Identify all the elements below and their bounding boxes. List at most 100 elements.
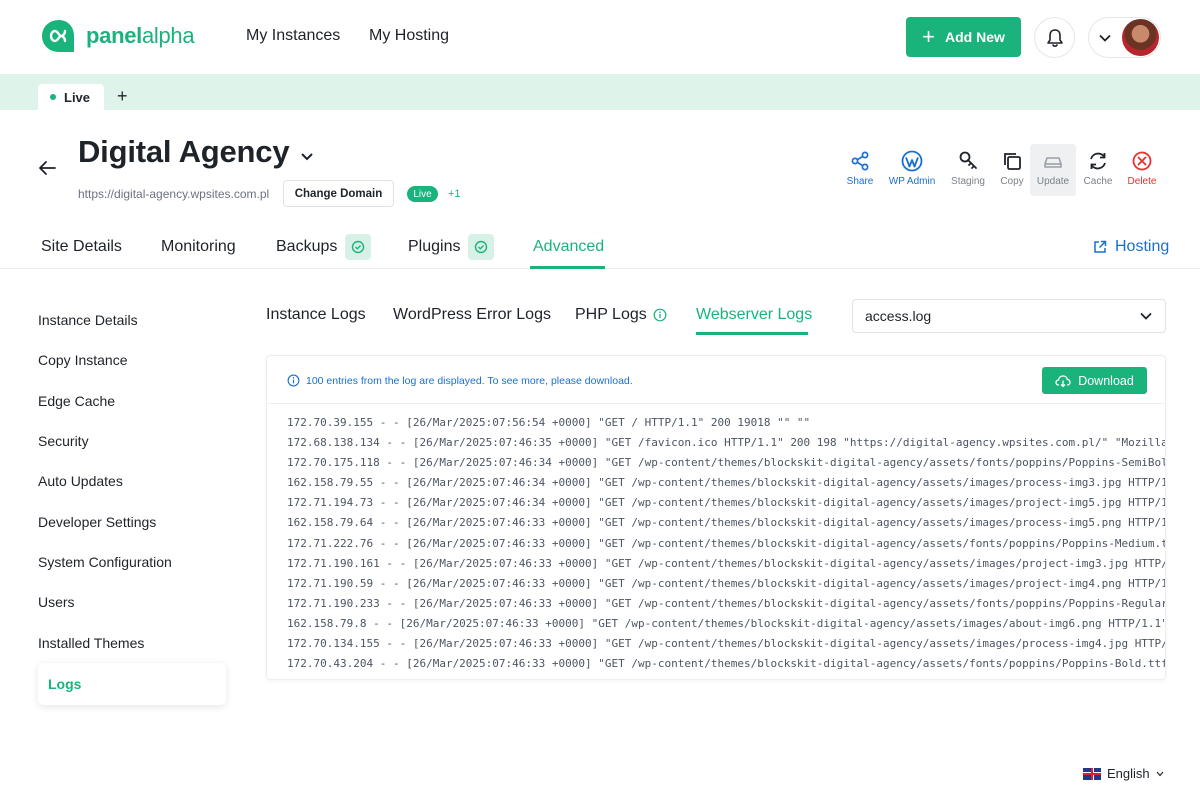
refresh-icon [1090, 152, 1106, 170]
copy-button[interactable]: Copy [994, 144, 1030, 196]
extra-environments-count[interactable]: +1 [448, 188, 461, 200]
nav-my-hosting[interactable]: My Hosting [369, 27, 449, 45]
external-link-icon [1094, 240, 1107, 253]
hosting-link-label: Hosting [1115, 238, 1170, 255]
language-selector[interactable]: English [1083, 766, 1164, 781]
tab-wordpress-error-logs[interactable]: WordPress Error Logs [393, 306, 551, 324]
staging-label: Staging [951, 176, 985, 187]
download-label: Download [1078, 373, 1134, 388]
sidebar-item-instance-details[interactable]: Instance Details [38, 300, 228, 340]
share-label: Share [846, 176, 874, 187]
page-title: Digital Agency [78, 134, 290, 169]
update-icon [1044, 157, 1062, 168]
delete-label: Delete [1127, 176, 1157, 187]
update-label: Update [1036, 176, 1070, 187]
instance-switcher[interactable] [300, 148, 314, 166]
chevron-down-icon [1140, 312, 1152, 320]
log-line: 172.68.138.134 - - [26/Mar/2025:07:46:35… [287, 436, 1166, 450]
download-button[interactable]: Download [1042, 367, 1147, 394]
log-line: 172.71.190.233 - - [26/Mar/2025:07:46:33… [287, 596, 1166, 610]
tab-backups[interactable]: Backups [276, 234, 372, 260]
check-circle-icon [345, 234, 372, 260]
log-info-text: 100 entries from the log are displayed. … [306, 374, 633, 387]
log-line: 172.70.39.155 - - [26/Mar/2025:07:56:54 … [287, 416, 811, 429]
add-new-label: Add New [944, 29, 1005, 45]
sidebar-item-copy-instance[interactable]: Copy Instance [38, 340, 228, 380]
top-bar: panelalpha My Instances My Hosting + Add… [0, 0, 1200, 74]
chevron-down-icon [301, 153, 313, 161]
add-new-button[interactable]: + Add New [906, 17, 1021, 57]
tab-php-logs-label: PHP Logs [575, 306, 647, 323]
cache-button[interactable]: Cache [1076, 144, 1120, 196]
update-button[interactable]: Update [1030, 144, 1076, 196]
delete-icon [1132, 151, 1152, 171]
notifications-button[interactable] [1034, 17, 1075, 58]
delete-button[interactable]: Delete [1120, 144, 1164, 196]
sidebar-item-installed-themes[interactable]: Installed Themes [38, 622, 228, 662]
language-label: English [1107, 766, 1150, 781]
live-badge: Live [407, 186, 438, 202]
live-status-dot [50, 94, 56, 100]
sidebar-item-logs[interactable]: Logs [38, 662, 226, 705]
log-line: 172.70.134.155 - - [26/Mar/2025:07:46:33… [287, 637, 1166, 651]
nav-my-instances[interactable]: My Instances [246, 27, 340, 45]
tab-plugins[interactable]: Plugins [408, 234, 495, 260]
info-icon[interactable] [653, 308, 667, 322]
tab-advanced[interactable]: Advanced [533, 238, 604, 256]
log-line: 172.71.190.161 - - [26/Mar/2025:07:46:33… [287, 556, 1166, 570]
tab-instance-logs[interactable]: Instance Logs [266, 306, 366, 324]
sidebar-item-edge-cache[interactable]: Edge Cache [38, 381, 228, 421]
copy-label: Copy [1000, 176, 1024, 187]
change-domain-button[interactable]: Change Domain [283, 180, 394, 207]
info-icon [287, 374, 300, 387]
user-menu[interactable] [1088, 17, 1161, 58]
share-button[interactable]: Share [838, 144, 882, 196]
log-line: 172.71.190.59 - - [26/Mar/2025:07:46:33 … [287, 576, 1166, 590]
staging-icon [959, 151, 977, 169]
check-circle-icon [468, 234, 495, 260]
sidebar-item-system-configuration[interactable]: System Configuration [38, 542, 228, 582]
uk-flag-icon [1083, 767, 1101, 780]
active-tab-indicator [530, 266, 605, 269]
sidebar-item-auto-updates[interactable]: Auto Updates [38, 461, 228, 501]
tab-backups-label: Backups [276, 238, 338, 255]
tab-php-logs[interactable]: PHP Logs [575, 306, 667, 324]
log-file-value: access.log [865, 308, 932, 324]
log-line: 162.158.79.64 - - [26/Mar/2025:07:46:33 … [287, 516, 1166, 530]
copy-icon [1004, 153, 1021, 170]
log-panel: 100 entries from the log are displayed. … [266, 355, 1166, 680]
tab-monitoring[interactable]: Monitoring [161, 238, 236, 256]
logo[interactable]: panelalpha [40, 18, 195, 54]
site-url[interactable]: https://digital-agency.wpsites.com.pl [78, 187, 269, 201]
env-tab-label: Live [64, 89, 91, 105]
environment-tabs: Live [0, 74, 1200, 110]
active-log-tab-indicator [696, 332, 808, 335]
logo-icon [42, 20, 74, 52]
cache-label: Cache [1083, 176, 1113, 187]
sidebar-item-users[interactable]: Users [38, 582, 228, 622]
log-panel-header: 100 entries from the log are displayed. … [267, 356, 1165, 404]
log-line: 162.158.79.55 - - [26/Mar/2025:07:46:34 … [287, 476, 1166, 490]
add-environment-button[interactable]: + [117, 86, 128, 107]
instance-toolbar: Share WP Admin Staging Copy Update Cache… [838, 144, 1164, 196]
hosting-link[interactable]: Hosting [1093, 238, 1169, 256]
plus-icon: + [922, 24, 935, 49]
tab-site-details[interactable]: Site Details [41, 238, 122, 256]
log-line: 172.71.194.73 - - [26/Mar/2025:07:46:34 … [287, 496, 1166, 510]
sidebar-item-security[interactable]: Security [38, 421, 228, 461]
env-tab-live[interactable]: Live [38, 84, 104, 110]
bell-icon [1046, 28, 1063, 47]
tab-webserver-logs[interactable]: Webserver Logs [696, 306, 812, 324]
wp-admin-button[interactable]: WP Admin [882, 144, 942, 196]
back-button[interactable] [38, 160, 56, 181]
log-file-select[interactable]: access.log [852, 299, 1166, 333]
log-info-message: 100 entries from the log are displayed. … [287, 374, 633, 387]
wordpress-icon [901, 150, 923, 172]
staging-button[interactable]: Staging [942, 144, 994, 196]
sidebar-item-developer-settings[interactable]: Developer Settings [38, 501, 228, 541]
wp-admin-label: WP Admin [888, 176, 936, 187]
arrow-left-icon [39, 161, 56, 175]
log-line: 172.70.43.204 - - [26/Mar/2025:07:46:33 … [287, 657, 1166, 671]
share-icon [851, 151, 869, 171]
log-line: 172.70.175.118 - - [26/Mar/2025:07:46:34… [287, 456, 1166, 470]
